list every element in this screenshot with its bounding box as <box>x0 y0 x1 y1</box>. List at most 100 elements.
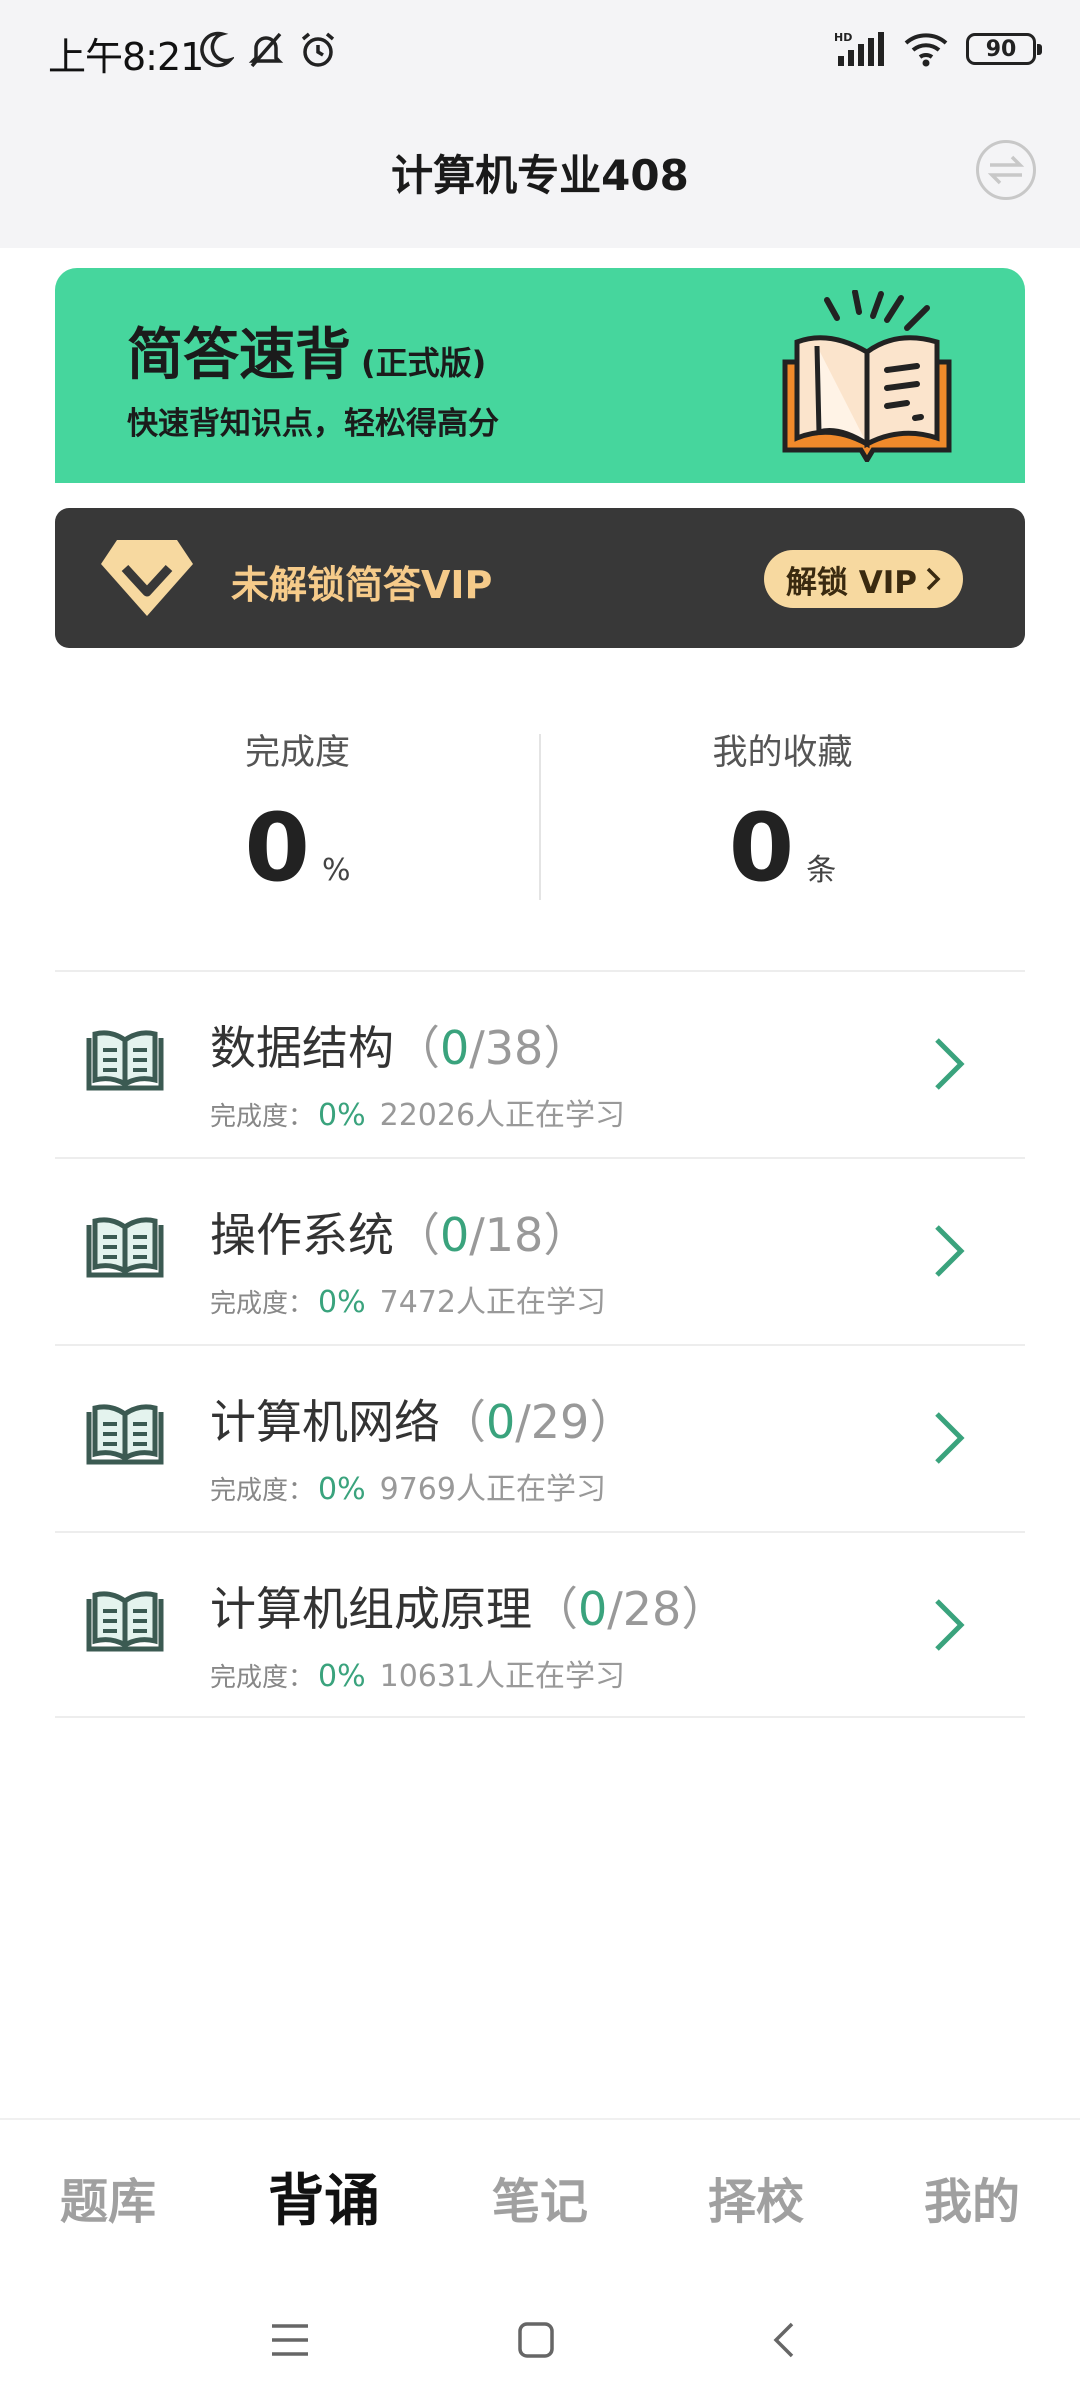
completion-prefix: 完成度： <box>210 1289 315 1319</box>
subject-done-count: 0 <box>440 1208 470 1262</box>
subject-list: 数据结构（0/38） 完成度： 0% 22026人正在学习 操作系统（0/18） 完… <box>55 970 1025 1718</box>
subject-title: 操作系统（0/18） <box>210 1199 589 1265</box>
switch-subject-button[interactable] <box>976 140 1036 200</box>
network-type-label: HD <box>834 31 852 44</box>
completion-value: 0 <box>244 794 310 903</box>
subject-meta: 完成度： 0% 9769人正在学习 <box>210 1464 606 1508</box>
close-paren: ） <box>543 1208 590 1262</box>
completion-value-line: 0% <box>55 802 540 896</box>
close-paren: ） <box>543 1021 590 1075</box>
bell-muted-icon <box>248 32 284 68</box>
subject-meta: 完成度： 0% 22026人正在学习 <box>210 1090 625 1134</box>
vip-bar[interactable]: 未解锁简答VIP 解锁 VIP <box>55 508 1025 648</box>
subject-row-computer-networks[interactable]: 计算机网络（0/29） 完成度： 0% 9769人正在学习 <box>55 1344 1025 1531</box>
subject-total-count: /29 <box>515 1395 590 1449</box>
tab-question-bank[interactable]: 题库 <box>0 2162 216 2232</box>
battery-indicator: 90 <box>966 33 1042 65</box>
subject-name: 操作系统 <box>210 1208 394 1262</box>
open-paren: （ <box>394 1208 440 1262</box>
recent-apps-button[interactable] <box>260 2312 320 2368</box>
alarm-icon <box>301 32 335 67</box>
completion-prefix: 完成度： <box>210 1476 315 1506</box>
app-header: 计算机专业408 <box>0 100 1080 248</box>
favorites-value-line: 0条 <box>540 802 1025 896</box>
swap-icon <box>987 155 1025 185</box>
completion-prefix: 完成度： <box>210 1663 315 1693</box>
subject-percent: 0% <box>318 1098 366 1133</box>
tab-label: 笔记 <box>491 2174 588 2230</box>
status-bar: 上午8:21 HD 90 <box>0 0 1080 100</box>
completion-stat: 完成度 0% <box>55 700 540 920</box>
subject-done-count: 0 <box>440 1021 470 1075</box>
subject-meta: 完成度： 0% 10631人正在学习 <box>210 1651 625 1695</box>
wifi-icon <box>904 33 948 67</box>
close-paren: ） <box>589 1395 636 1449</box>
subject-meta: 完成度： 0% 7472人正在学习 <box>210 1277 606 1321</box>
tab-school-choice[interactable]: 择校 <box>648 2162 864 2232</box>
subject-total-count: /28 <box>607 1582 682 1636</box>
subject-done-count: 0 <box>486 1395 516 1449</box>
subject-title: 数据结构（0/38） <box>210 1012 589 1078</box>
unlock-vip-button[interactable]: 解锁 VIP <box>763 550 963 608</box>
subject-title: 计算机网络（0/29） <box>210 1386 635 1452</box>
vip-status-text: 未解锁简答VIP <box>231 563 493 607</box>
unlock-vip-label: 解锁 VIP <box>785 564 917 601</box>
favorites-stat[interactable]: 我的收藏 0条 <box>540 700 1025 920</box>
subject-row-computer-organization[interactable]: 计算机组成原理（0/28） 完成度： 0% 10631人正在学习 <box>55 1531 1025 1718</box>
status-icons-left <box>198 30 338 70</box>
close-paren: ） <box>681 1582 728 1636</box>
chevron-right-icon <box>935 1038 965 1090</box>
book-icon <box>86 1217 164 1278</box>
favorites-label: 我的收藏 <box>712 733 853 773</box>
banner-title-text: 简答速背 <box>127 323 351 388</box>
system-nav-bar <box>0 2278 1080 2400</box>
subject-percent: 0% <box>318 1659 366 1694</box>
banner-subtitle: 快速背知识点，轻松得高分 <box>127 406 499 442</box>
favorites-unit: 条 <box>806 853 837 888</box>
signal-icon: HD <box>834 31 884 66</box>
chevron-right-icon <box>935 1599 965 1651</box>
banner-edition: (正式版) <box>361 344 487 382</box>
completion-label: 完成度 <box>244 733 350 773</box>
open-paren: （ <box>440 1395 486 1449</box>
chevron-right-icon <box>935 1225 965 1277</box>
subject-row-operating-systems[interactable]: 操作系统（0/18） 完成度： 0% 7472人正在学习 <box>55 1157 1025 1344</box>
tab-label: 题库 <box>59 2174 156 2230</box>
book-icon <box>86 1030 164 1091</box>
page-title: 计算机专业408 <box>391 151 689 200</box>
menu-icon <box>272 2324 308 2356</box>
stats-panel: 完成度 0% 我的收藏 0条 <box>55 700 1025 920</box>
subject-title: 计算机组成原理（0/28） <box>210 1573 727 1639</box>
subject-percent: 0% <box>318 1472 366 1507</box>
home-square-icon <box>518 2322 554 2358</box>
tab-recite[interactable]: 背诵 <box>216 2156 432 2239</box>
completion-prefix: 完成度： <box>210 1102 315 1132</box>
subject-learners: 22026人正在学习 <box>379 1098 626 1133</box>
promo-banner[interactable]: 简答速背 (正式版) 快速背知识点，轻松得高分 <box>55 268 1025 483</box>
back-icon <box>773 2322 794 2358</box>
subject-total-count: /38 <box>469 1021 544 1075</box>
completion-unit: % <box>321 853 351 888</box>
book-icon <box>86 1591 164 1652</box>
open-book-illustration-icon <box>782 290 952 462</box>
moon-icon <box>200 31 234 68</box>
subject-learners: 7472人正在学习 <box>379 1285 606 1320</box>
subject-name: 数据结构 <box>210 1021 394 1075</box>
tab-label: 择校 <box>707 2174 804 2230</box>
status-icons-right: HD 90 <box>834 30 1042 68</box>
tab-label: 我的 <box>923 2174 1020 2230</box>
book-icon <box>86 1404 164 1465</box>
tab-notes[interactable]: 笔记 <box>432 2162 648 2232</box>
open-paren: （ <box>394 1021 440 1075</box>
subject-done-count: 0 <box>578 1582 608 1636</box>
open-paren: （ <box>532 1582 578 1636</box>
subject-name: 计算机组成原理 <box>210 1582 532 1636</box>
subject-row-data-structures[interactable]: 数据结构（0/38） 完成度： 0% 22026人正在学习 <box>55 970 1025 1157</box>
vip-diamond-icon <box>101 540 193 616</box>
status-time: 上午8:21 <box>48 35 204 79</box>
subject-learners: 10631人正在学习 <box>379 1659 626 1694</box>
back-button[interactable] <box>754 2312 814 2368</box>
tab-label: 背诵 <box>268 2169 380 2234</box>
home-button[interactable] <box>506 2312 566 2368</box>
tab-profile[interactable]: 我的 <box>864 2162 1080 2232</box>
